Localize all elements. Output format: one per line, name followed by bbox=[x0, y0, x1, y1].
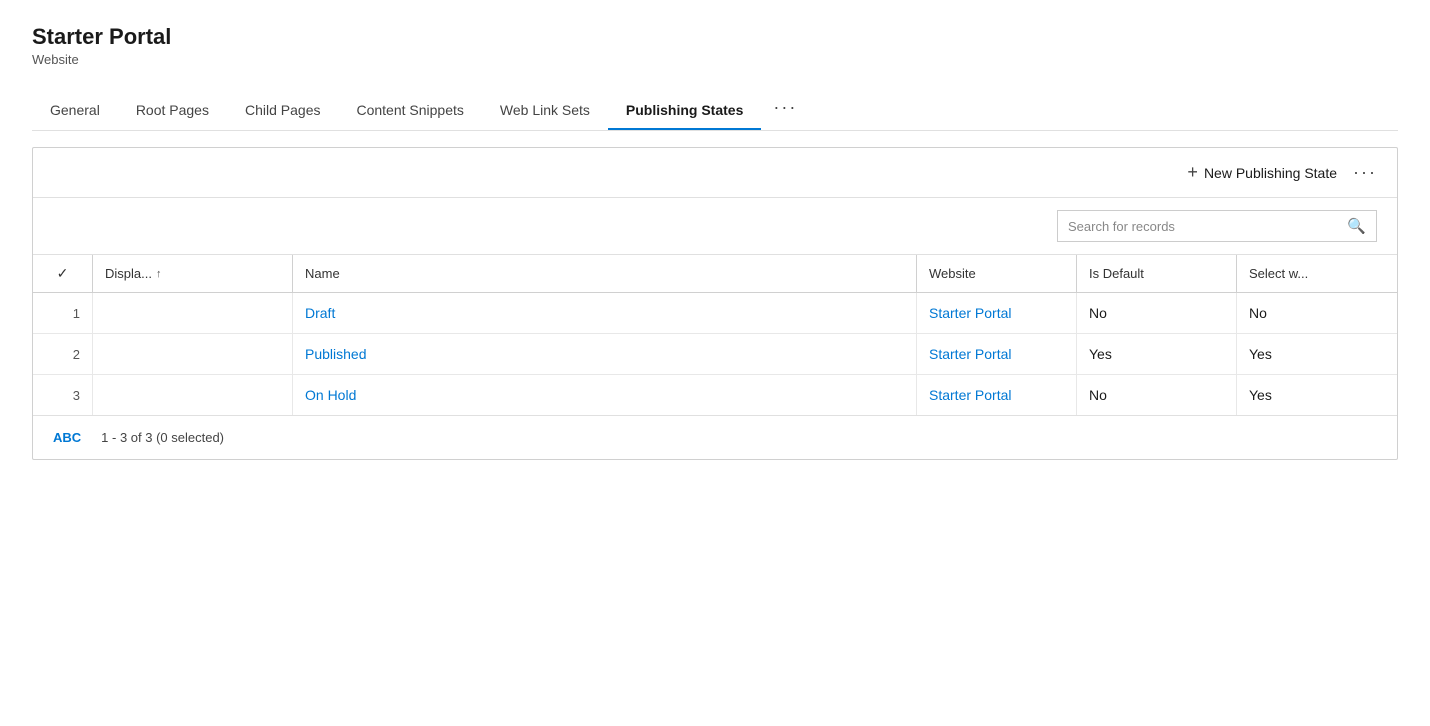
records-table: ✓ Displa... ↑ Name Website Is Default Se… bbox=[33, 255, 1397, 415]
search-row: 🔍 bbox=[33, 198, 1397, 255]
website-label: Website bbox=[929, 266, 976, 281]
row3-name-link[interactable]: On Hold bbox=[305, 387, 356, 403]
row1-website[interactable]: Starter Portal bbox=[917, 293, 1077, 333]
name-label: Name bbox=[305, 266, 340, 281]
row2-display bbox=[93, 334, 293, 374]
row1-name[interactable]: Draft bbox=[293, 293, 917, 333]
display-order-label: Displa... bbox=[105, 266, 152, 281]
tab-bar: General Root Pages Child Pages Content S… bbox=[32, 87, 1398, 131]
abc-filter[interactable]: ABC bbox=[53, 430, 81, 445]
row3-num: 3 bbox=[33, 375, 93, 415]
new-state-label: New Publishing State bbox=[1204, 165, 1337, 181]
toolbar: + New Publishing State ··· bbox=[33, 148, 1397, 198]
row1-is-default: No bbox=[1077, 293, 1237, 333]
search-icon-button[interactable]: 🔍 bbox=[1337, 211, 1376, 241]
sort-asc-icon: ↑ bbox=[156, 268, 162, 280]
row2-name-link[interactable]: Published bbox=[305, 346, 367, 362]
plus-icon: + bbox=[1187, 162, 1198, 183]
search-box: 🔍 bbox=[1057, 210, 1377, 242]
col-check[interactable]: ✓ bbox=[33, 255, 93, 292]
row1-website-link[interactable]: Starter Portal bbox=[929, 305, 1011, 321]
new-publishing-state-button[interactable]: + New Publishing State bbox=[1187, 162, 1337, 183]
col-is-default[interactable]: Is Default bbox=[1077, 255, 1237, 292]
tab-more-icon[interactable]: ··· bbox=[761, 87, 809, 130]
tab-web-link-sets[interactable]: Web Link Sets bbox=[482, 92, 608, 130]
search-icon: 🔍 bbox=[1347, 218, 1366, 235]
page-subtitle: Website bbox=[32, 52, 1398, 67]
content-panel: + New Publishing State ··· 🔍 ✓ Dis bbox=[32, 147, 1398, 460]
table-row: 2 Published Starter Portal Yes Yes bbox=[33, 334, 1397, 375]
row2-website-link[interactable]: Starter Portal bbox=[929, 346, 1011, 362]
check-icon: ✓ bbox=[57, 265, 69, 282]
row2-is-default: Yes bbox=[1077, 334, 1237, 374]
tab-root-pages[interactable]: Root Pages bbox=[118, 92, 227, 130]
table-footer: ABC 1 - 3 of 3 (0 selected) bbox=[33, 415, 1397, 459]
row2-website[interactable]: Starter Portal bbox=[917, 334, 1077, 374]
row3-website[interactable]: Starter Portal bbox=[917, 375, 1077, 415]
col-name[interactable]: Name bbox=[293, 255, 917, 292]
search-input[interactable] bbox=[1058, 213, 1337, 240]
toolbar-more-options-button[interactable]: ··· bbox=[1353, 162, 1377, 183]
row2-num: 2 bbox=[33, 334, 93, 374]
is-default-label: Is Default bbox=[1089, 266, 1144, 281]
tab-child-pages[interactable]: Child Pages bbox=[227, 92, 339, 130]
record-count: 1 - 3 of 3 (0 selected) bbox=[101, 430, 224, 445]
row3-select-w: Yes bbox=[1237, 375, 1397, 415]
row1-display bbox=[93, 293, 293, 333]
select-w-label: Select w... bbox=[1249, 266, 1308, 281]
table-row: 1 Draft Starter Portal No No bbox=[33, 293, 1397, 334]
tab-general[interactable]: General bbox=[32, 92, 118, 130]
row3-is-default: No bbox=[1077, 375, 1237, 415]
row1-select-w: No bbox=[1237, 293, 1397, 333]
col-display-order[interactable]: Displa... ↑ bbox=[93, 255, 293, 292]
col-website[interactable]: Website bbox=[917, 255, 1077, 292]
row3-display bbox=[93, 375, 293, 415]
col-select-w[interactable]: Select w... bbox=[1237, 255, 1397, 292]
tab-content-snippets[interactable]: Content Snippets bbox=[338, 92, 481, 130]
page-title: Starter Portal bbox=[32, 24, 1398, 50]
row2-select-w: Yes bbox=[1237, 334, 1397, 374]
row1-num: 1 bbox=[33, 293, 93, 333]
table-header: ✓ Displa... ↑ Name Website Is Default Se… bbox=[33, 255, 1397, 293]
row3-website-link[interactable]: Starter Portal bbox=[929, 387, 1011, 403]
row3-name[interactable]: On Hold bbox=[293, 375, 917, 415]
row2-name[interactable]: Published bbox=[293, 334, 917, 374]
tab-publishing-states[interactable]: Publishing States bbox=[608, 92, 761, 130]
row1-name-link[interactable]: Draft bbox=[305, 305, 335, 321]
table-row: 3 On Hold Starter Portal No Yes bbox=[33, 375, 1397, 415]
